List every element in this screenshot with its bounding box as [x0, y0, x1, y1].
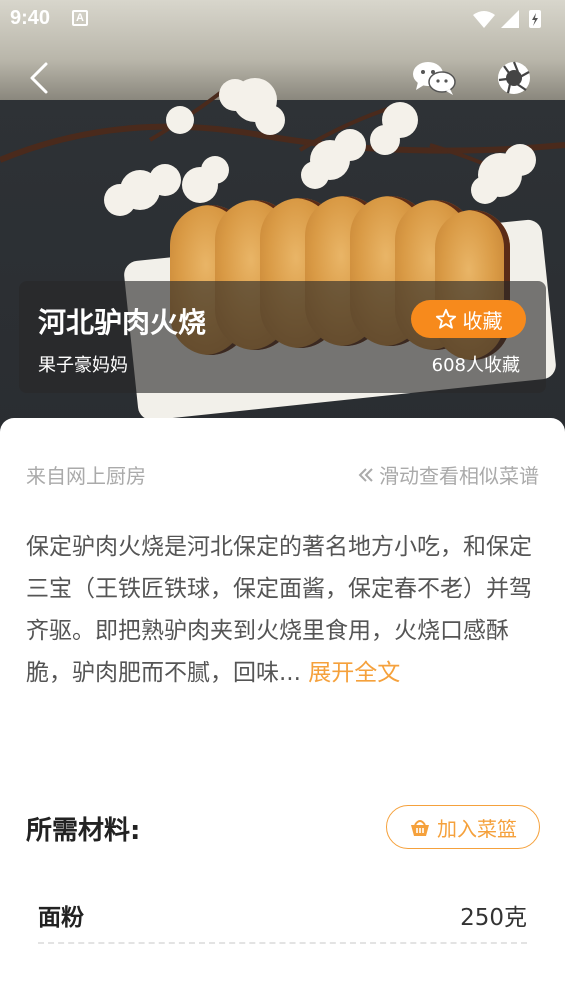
description-text: 保定驴肉火烧是河北保定的著名地方小吃，和保定三宝（王铁匠铁球，保定面酱，保定春不…: [26, 534, 532, 686]
recipe-title-card: 河北驴肉火烧 果子豪妈妈 收藏 608人收藏: [19, 281, 546, 393]
ingredient-amount: 250克: [460, 905, 527, 931]
system-status-icons: [473, 10, 541, 28]
recipe-source: 来自网上厨房: [26, 464, 146, 488]
wifi-icon: [473, 11, 495, 28]
signal-icon: [501, 10, 519, 28]
recipe-title: 河北驴肉火烧: [38, 306, 207, 339]
status-time: 9:40: [10, 7, 51, 29]
wechat-icon[interactable]: [412, 60, 456, 96]
aperture-icon[interactable]: [496, 60, 532, 96]
ingredient-name: 面粉: [38, 905, 84, 931]
dashed-divider: [38, 942, 527, 944]
add-to-basket-label: 加入菜篮: [437, 816, 517, 841]
favorite-count: 608人收藏: [431, 355, 520, 376]
ingredients-heading: 所需材料:: [26, 816, 141, 846]
favorite-button[interactable]: 收藏: [411, 300, 526, 338]
a-icon: A: [72, 10, 88, 26]
favorite-label: 收藏: [462, 308, 503, 333]
star-icon: [435, 308, 456, 329]
similar-recipes-hint[interactable]: 滑动查看相似菜谱: [357, 460, 539, 489]
similar-hint-label: 滑动查看相似菜谱: [379, 464, 539, 488]
expand-full-text-link[interactable]: 展开全文: [308, 660, 400, 686]
basket-icon: [411, 820, 429, 836]
recipe-description: 保定驴肉火烧是河北保定的著名地方小吃，和保定三宝（王铁匠铁球，保定面酱，保定春不…: [26, 526, 538, 694]
recipe-detail-sheet: 来自网上厨房 滑动查看相似菜谱 保定驴肉火烧是河北保定的著名地方小吃，和保定三宝…: [0, 418, 565, 1004]
top-nav: [0, 58, 565, 102]
ingredient-row: 面粉 250克: [38, 880, 527, 944]
double-chevron-left-icon: [358, 467, 373, 482]
recipe-author[interactable]: 果子豪妈妈: [38, 351, 128, 377]
chevron-left-icon[interactable]: [22, 58, 58, 98]
add-to-basket-button[interactable]: 加入菜篮: [386, 805, 540, 849]
status-bar: 9:40 A: [0, 0, 565, 38]
